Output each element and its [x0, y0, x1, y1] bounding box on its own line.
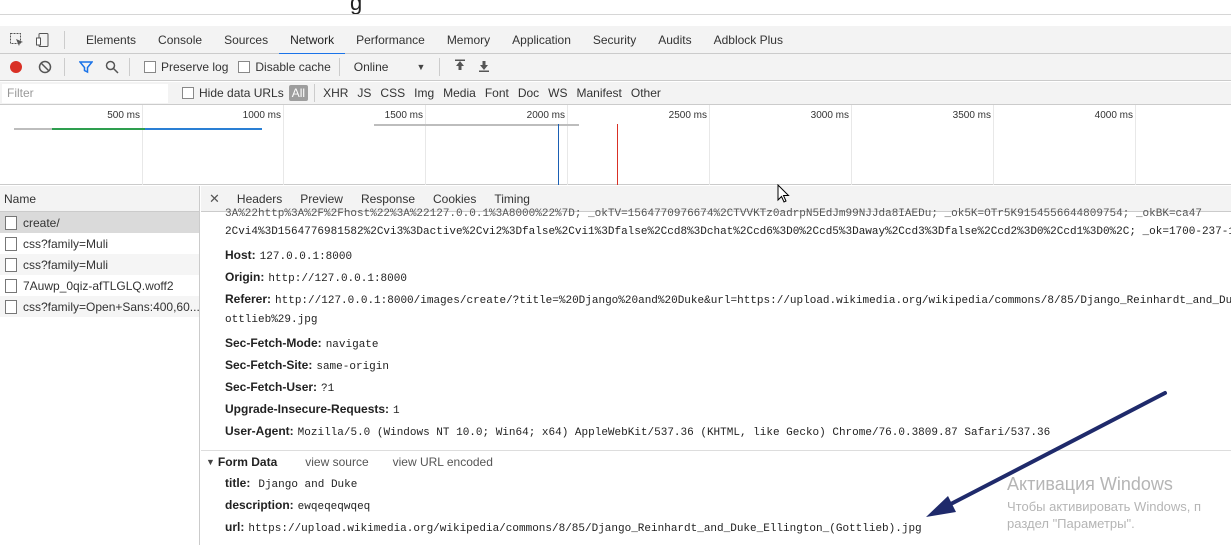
watermark-line: раздел "Параметры". — [1007, 516, 1135, 531]
mouse-cursor-icon — [777, 184, 790, 203]
annotation-arrow — [926, 391, 1167, 517]
watermark-title: Активация Windows — [1007, 474, 1173, 494]
watermark-line: Чтобы активировать Windows, п — [1007, 499, 1202, 514]
windows-activation-watermark: Активация Windows Чтобы активировать Win… — [1007, 474, 1201, 531]
